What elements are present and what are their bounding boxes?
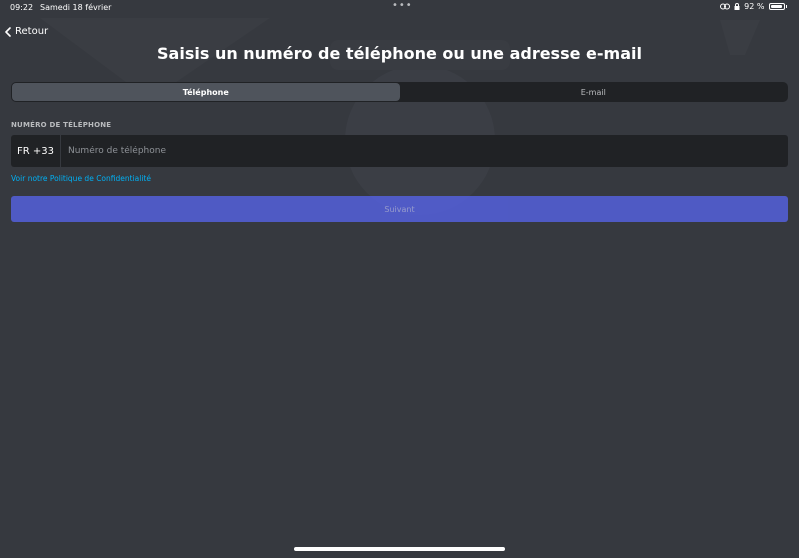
tab-phone[interactable]: Téléphone (12, 83, 400, 101)
country-code-selector[interactable]: FR +33 (11, 135, 61, 167)
privacy-policy-link[interactable]: Voir notre Politique de Confidentialité (11, 174, 151, 183)
status-bar: 09:22 Samedi 18 février ••• 92 % (0, 0, 799, 16)
chevron-left-icon (5, 26, 11, 37)
status-date: Samedi 18 février (40, 3, 112, 12)
lock-rotation-icon (734, 3, 740, 10)
next-button[interactable]: Suivant (11, 196, 788, 222)
multitasking-dots-icon[interactable]: ••• (392, 0, 413, 11)
page-title: Saisis un numéro de téléphone ou une adr… (157, 44, 642, 63)
battery-level (770, 5, 782, 8)
status-time: 09:22 (10, 3, 34, 12)
back-label: Retour (15, 26, 49, 37)
phone-input-row: FR +33 (11, 135, 788, 167)
battery-icon (768, 3, 785, 10)
battery-tip (785, 5, 787, 8)
battery-percent: 92 % (744, 2, 765, 11)
contact-method-tabs: Téléphone E-mail (11, 82, 788, 102)
phone-number-input[interactable] (61, 135, 788, 167)
link-icon (720, 3, 731, 10)
tab-email[interactable]: E-mail (400, 83, 788, 101)
back-button[interactable]: Retour (5, 26, 48, 37)
home-indicator[interactable] (294, 547, 505, 551)
phone-field-label: NUMÉRO DE TÉLÉPHONE (11, 121, 112, 129)
status-indicators: 92 % (720, 2, 787, 11)
